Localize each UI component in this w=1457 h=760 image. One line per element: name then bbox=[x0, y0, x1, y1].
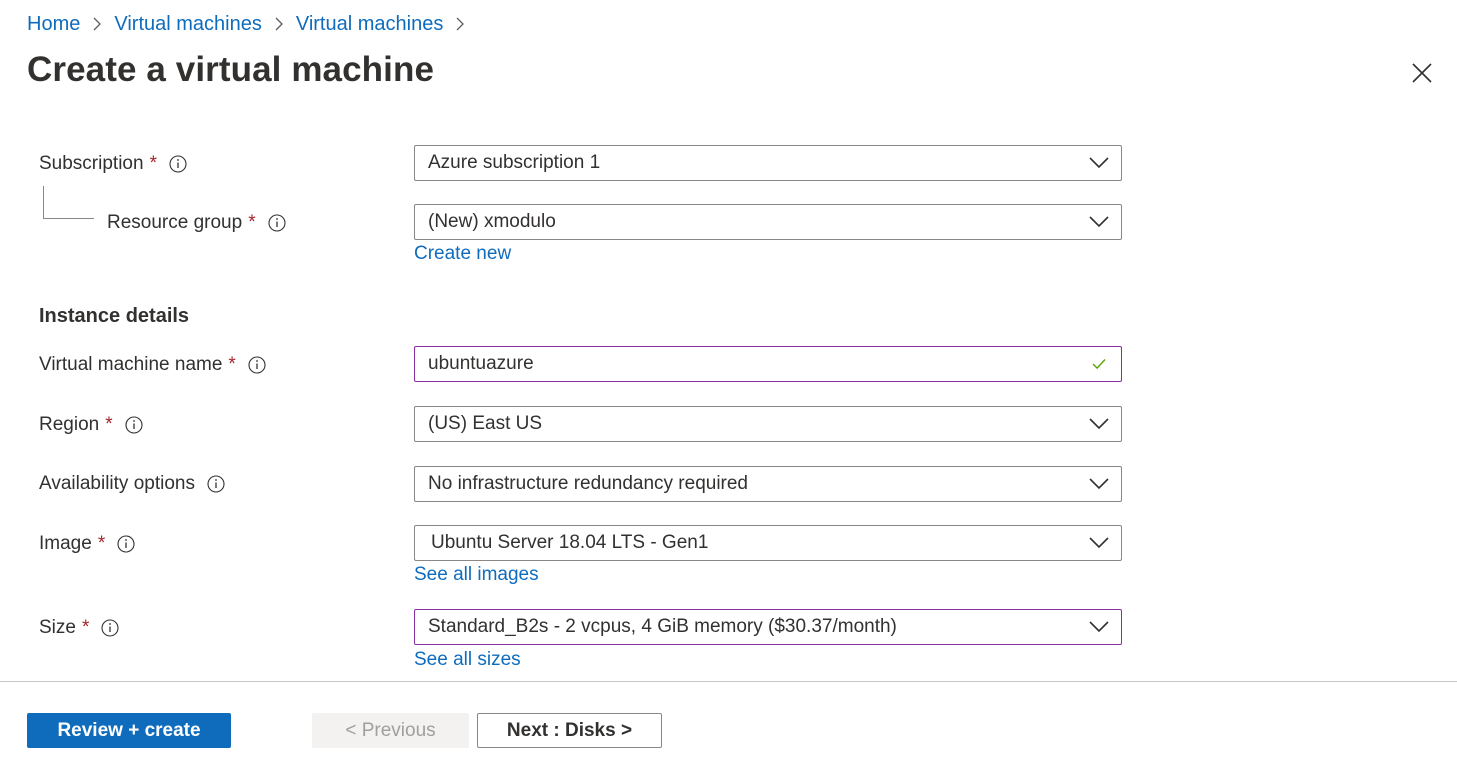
subscription-dropdown[interactable]: Azure subscription 1 bbox=[414, 145, 1122, 181]
resource-group-value: (New) xmodulo bbox=[428, 211, 556, 232]
required-marker: * bbox=[97, 533, 106, 554]
breadcrumb: Home Virtual machines Virtual machines bbox=[27, 10, 477, 38]
image-value: Ubuntu Server 18.04 LTS - Gen1 bbox=[431, 532, 709, 553]
close-button[interactable] bbox=[1408, 59, 1436, 87]
chevron-down-icon bbox=[1077, 146, 1121, 180]
subscription-label-area: Subscription * bbox=[39, 146, 187, 182]
availability-value: No infrastructure redundancy required bbox=[428, 473, 749, 494]
subscription-label: Subscription bbox=[39, 153, 144, 174]
resource-group-label-area: Resource group * bbox=[107, 205, 286, 241]
required-marker: * bbox=[105, 414, 113, 435]
region-label: Region bbox=[39, 414, 100, 435]
info-icon[interactable] bbox=[268, 214, 286, 232]
required-marker: * bbox=[149, 153, 157, 174]
resource-group-dropdown[interactable]: (New) xmodulo bbox=[414, 204, 1122, 240]
vm-name-input[interactable]: ubuntuazure bbox=[414, 346, 1122, 382]
checkmark-icon bbox=[1077, 347, 1121, 381]
see-all-images-link[interactable]: See all images bbox=[414, 564, 539, 586]
info-icon[interactable] bbox=[248, 356, 266, 374]
chevron-right-icon bbox=[80, 17, 114, 31]
tree-connector bbox=[43, 186, 94, 219]
resource-group-label: Resource group bbox=[107, 212, 243, 233]
chevron-down-icon bbox=[1077, 526, 1121, 560]
vm-name-label-area: Virtual machine name * bbox=[39, 347, 266, 383]
availability-label: Availability options bbox=[39, 473, 195, 494]
region-label-area: Region * bbox=[39, 407, 143, 443]
breadcrumb-home[interactable]: Home bbox=[27, 10, 80, 38]
create-vm-page: Home Virtual machines Virtual machines C… bbox=[0, 0, 1457, 760]
required-marker: * bbox=[248, 212, 256, 233]
chevron-down-icon bbox=[1077, 407, 1121, 441]
page-title: Create a virtual machine bbox=[27, 50, 435, 89]
region-value: (US) East US bbox=[428, 413, 543, 434]
chevron-down-icon bbox=[1077, 467, 1121, 501]
chevron-right-icon bbox=[262, 17, 296, 31]
info-icon[interactable] bbox=[117, 535, 135, 553]
footer-divider bbox=[0, 681, 1457, 682]
required-marker: * bbox=[228, 354, 236, 375]
availability-dropdown[interactable]: No infrastructure redundancy required bbox=[414, 466, 1122, 502]
chevron-down-icon bbox=[1077, 610, 1121, 644]
previous-button[interactable]: < Previous bbox=[312, 713, 469, 748]
chevron-down-icon bbox=[1077, 205, 1121, 239]
image-dropdown[interactable]: Ubuntu Server 18.04 LTS - Gen1 bbox=[414, 525, 1122, 561]
close-icon bbox=[1412, 63, 1432, 83]
info-icon[interactable] bbox=[101, 619, 119, 637]
size-dropdown[interactable]: Standard_B2s - 2 vcpus, 4 GiB memory ($3… bbox=[414, 609, 1122, 645]
review-create-button[interactable]: Review + create bbox=[27, 713, 231, 748]
size-value: Standard_B2s - 2 vcpus, 4 GiB memory ($3… bbox=[428, 616, 897, 637]
region-dropdown[interactable]: (US) East US bbox=[414, 406, 1122, 442]
vm-name-value: ubuntuazure bbox=[428, 353, 534, 374]
chevron-right-icon bbox=[443, 17, 477, 31]
see-all-sizes-link[interactable]: See all sizes bbox=[414, 649, 521, 671]
image-label-area: Image * bbox=[39, 526, 135, 562]
vm-name-label: Virtual machine name bbox=[39, 354, 223, 375]
availability-label-area: Availability options bbox=[39, 466, 225, 502]
size-label: Size bbox=[39, 617, 76, 638]
next-disks-button[interactable]: Next : Disks > bbox=[477, 713, 662, 748]
size-label-area: Size * bbox=[39, 610, 119, 646]
subscription-value: Azure subscription 1 bbox=[428, 152, 601, 173]
instance-details-heading: Instance details bbox=[39, 305, 190, 327]
breadcrumb-virtual-machines-2[interactable]: Virtual machines bbox=[296, 10, 443, 38]
info-icon[interactable] bbox=[125, 416, 143, 434]
info-icon[interactable] bbox=[169, 155, 187, 173]
create-new-link[interactable]: Create new bbox=[414, 243, 511, 265]
breadcrumb-virtual-machines[interactable]: Virtual machines bbox=[114, 10, 261, 38]
image-label: Image bbox=[39, 533, 92, 554]
info-icon[interactable] bbox=[207, 475, 225, 493]
required-marker: * bbox=[81, 617, 90, 638]
